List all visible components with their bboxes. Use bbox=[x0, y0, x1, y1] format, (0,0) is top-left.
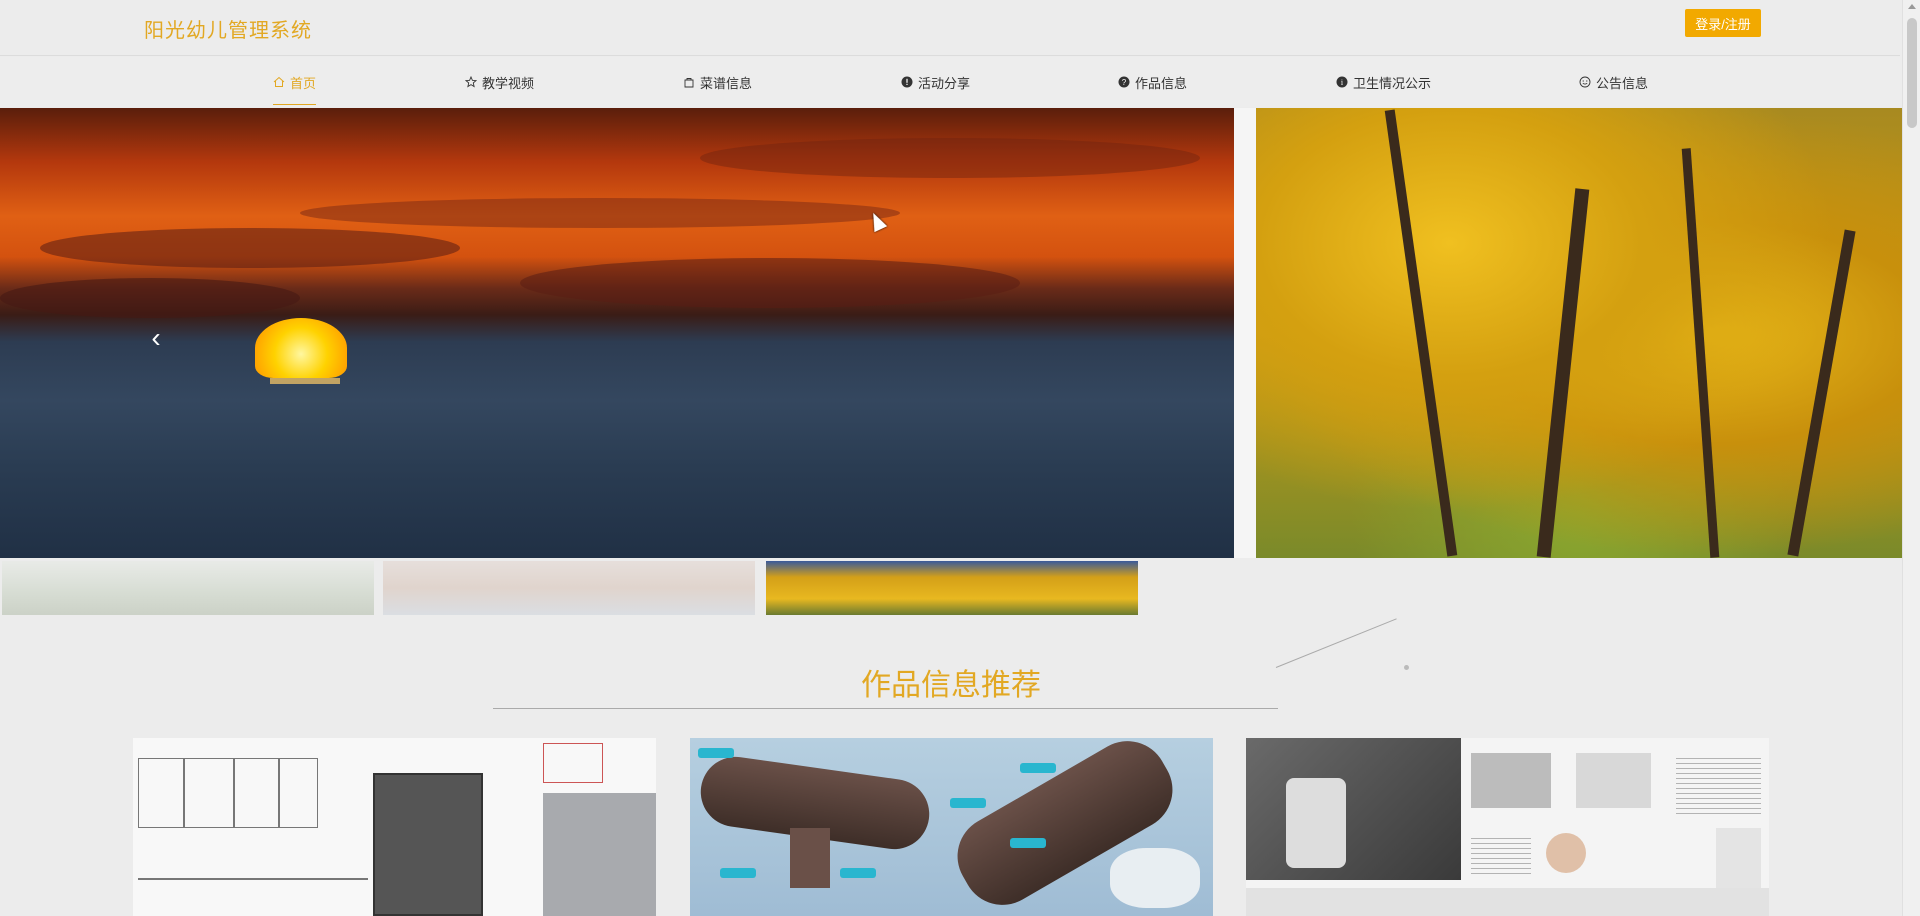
nav-item-label: 首页 bbox=[290, 75, 317, 91]
work-card-kitchen-sketch[interactable] bbox=[133, 738, 656, 916]
star-icon bbox=[465, 76, 477, 88]
banner-carousel[interactable]: ‹ bbox=[0, 108, 1902, 558]
nav-item-label: 菜谱信息 bbox=[700, 75, 753, 91]
login-register-button[interactable]: 登录/注册 bbox=[1685, 9, 1761, 37]
main-nav: 首页 教学视频 菜谱信息 活动分享 ? 作品信息 i 卫生情况公示 公告信息 bbox=[0, 57, 1900, 107]
work-card-product-layout[interactable] bbox=[1246, 738, 1769, 916]
work-card-garment-steamer[interactable] bbox=[690, 738, 1213, 916]
nav-item-activity[interactable]: 活动分享 bbox=[901, 57, 970, 107]
nav-item-label: 作品信息 bbox=[1135, 75, 1188, 91]
bag-icon bbox=[684, 78, 694, 88]
section-title: 作品信息推荐 bbox=[861, 669, 1041, 702]
sun-shape bbox=[255, 318, 347, 378]
scroll-up-arrow-icon[interactable] bbox=[1908, 4, 1916, 9]
site-title[interactable]: 阳光幼儿管理系统 bbox=[144, 14, 312, 43]
nav-item-label: 卫生情况公示 bbox=[1353, 75, 1432, 91]
nav-item-works[interactable]: ? 作品信息 bbox=[1118, 57, 1187, 107]
nav-item-label: 公告信息 bbox=[1596, 75, 1649, 91]
alert-circle-icon bbox=[901, 76, 913, 88]
svg-text:?: ? bbox=[1122, 78, 1127, 87]
nav-item-notice[interactable]: 公告信息 bbox=[1579, 57, 1648, 107]
question-circle-icon: ? bbox=[1118, 76, 1130, 88]
carousel-prev-button[interactable]: ‹ bbox=[146, 322, 166, 353]
nav-item-label: 活动分享 bbox=[918, 75, 971, 91]
vertical-scrollbar[interactable] bbox=[1902, 0, 1920, 916]
thumbnail-mountains[interactable] bbox=[2, 561, 374, 615]
nav-item-label: 教学视频 bbox=[482, 75, 535, 91]
title-decoration-dot bbox=[1404, 665, 1409, 670]
nav-item-teaching-video[interactable]: 教学视频 bbox=[465, 57, 534, 107]
slide-sunset-image bbox=[0, 108, 1234, 558]
nav-item-recipe[interactable]: 菜谱信息 bbox=[683, 57, 752, 107]
slide-autumn-trees-image bbox=[1256, 108, 1902, 558]
nav-item-hygiene[interactable]: i 卫生情况公示 bbox=[1336, 57, 1431, 107]
nav-item-home[interactable]: 首页 bbox=[273, 57, 317, 107]
smile-icon bbox=[1579, 76, 1591, 88]
info-circle-icon: i bbox=[1336, 76, 1348, 88]
thumbnail-autumn-trees[interactable] bbox=[766, 561, 1138, 615]
top-header: 阳光幼儿管理系统 登录/注册 bbox=[0, 0, 1900, 56]
scrollbar-thumb[interactable] bbox=[1907, 18, 1917, 128]
carousel-thumbnails bbox=[0, 561, 1902, 619]
home-icon bbox=[273, 76, 285, 87]
thumbnail-sunset[interactable] bbox=[383, 561, 755, 615]
title-underline bbox=[493, 708, 1278, 709]
